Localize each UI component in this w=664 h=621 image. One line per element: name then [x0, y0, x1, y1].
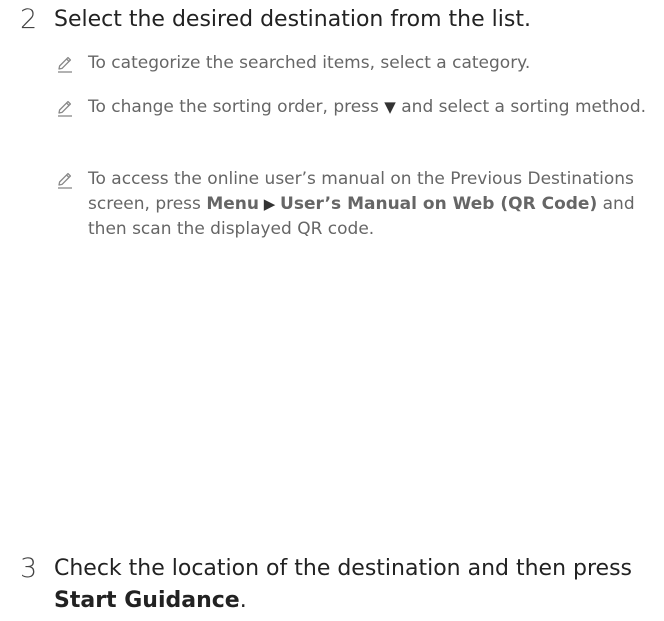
- note-sorting: To change the sorting order, press ▼ and…: [55, 95, 660, 120]
- note-categorize: To categorize the searched items, select…: [55, 51, 660, 76]
- right-triangle-icon: ▶: [258, 195, 281, 213]
- menu-label: Menu: [206, 194, 259, 214]
- start-guidance-label: Start Guidance: [54, 588, 240, 613]
- note-online-manual: To access the online user’s manual on th…: [55, 167, 660, 242]
- note-text: To change the sorting order, press ▼ and…: [88, 95, 660, 120]
- pencil-note-icon: [58, 56, 72, 73]
- step-instruction: Select the desired destination from the …: [54, 7, 531, 32]
- step-text-part: Check the location of the destination an…: [54, 556, 633, 581]
- manual-label: User’s Manual on Web (QR Code): [280, 194, 598, 214]
- step-instruction: Check the location of the destination an…: [54, 553, 650, 617]
- step-number: 3: [20, 553, 38, 584]
- note-text: To categorize the searched items, select…: [88, 53, 531, 73]
- note-text-part: and select a sorting method.: [395, 97, 647, 117]
- step-text-part: .: [239, 588, 247, 613]
- step-3: 3 Check the location of the destination …: [20, 553, 650, 617]
- step-2: 2 Select the desired destination from th…: [20, 4, 650, 36]
- down-triangle-icon: ▼: [384, 98, 396, 116]
- pencil-note-icon: [58, 172, 72, 189]
- note-text-part: To change the sorting order, press: [88, 97, 385, 117]
- step-number: 2: [20, 4, 38, 35]
- pencil-note-icon: [58, 100, 72, 117]
- note-text: To access the online user’s manual on th…: [88, 167, 660, 242]
